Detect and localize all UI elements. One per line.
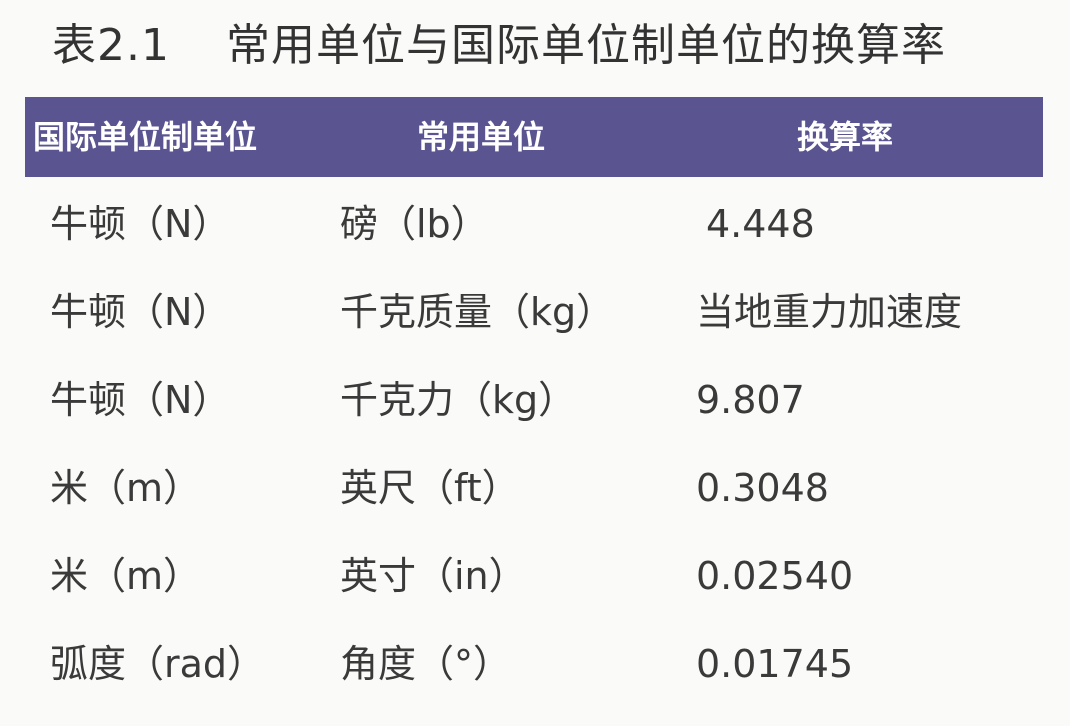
- table-row: 弧度（rad） 角度（°） 0.01745: [0, 620, 1070, 708]
- cell-conversion-rate: 4.448: [706, 202, 815, 246]
- table-row: 牛顿（N） 磅（lb） 4.448: [0, 180, 1070, 268]
- cell-common-unit: 千克力（kg）: [340, 378, 577, 422]
- cell-si-unit: 弧度（rad）: [50, 642, 266, 686]
- cell-conversion-rate: 当地重力加速度: [696, 290, 963, 334]
- cell-conversion-rate: 9.807: [696, 378, 805, 422]
- header-conversion-rate: 换算率: [797, 118, 894, 156]
- cell-si-unit: 牛顿（N）: [50, 202, 231, 246]
- cell-common-unit: 英尺（ft）: [340, 466, 520, 510]
- table-row: 牛顿（N） 千克力（kg） 9.807: [0, 356, 1070, 444]
- table-row: 牛顿（N） 千克质量（kg） 当地重力加速度: [0, 268, 1070, 356]
- cell-common-unit: 角度（°）: [340, 642, 512, 686]
- cell-common-unit: 英寸（in）: [340, 554, 527, 598]
- cell-si-unit: 牛顿（N）: [50, 290, 231, 334]
- cell-conversion-rate: 0.02540: [696, 554, 854, 598]
- cell-si-unit: 米（m）: [50, 466, 202, 510]
- header-common-unit: 常用单位: [417, 118, 546, 156]
- table-number: 表2.1: [52, 20, 170, 71]
- table-caption: 表2.1 常用单位与国际单位制单位的换算率: [52, 14, 946, 78]
- cell-si-unit: 牛顿（N）: [50, 378, 231, 422]
- cell-conversion-rate: 0.3048: [696, 466, 829, 510]
- cell-common-unit: 磅（lb）: [340, 202, 489, 246]
- cell-common-unit: 千克质量（kg）: [340, 290, 615, 334]
- table-body: 牛顿（N） 磅（lb） 4.448 牛顿（N） 千克质量（kg） 当地重力加速度…: [0, 180, 1070, 708]
- table-header: 国际单位制单位 常用单位 换算率: [25, 97, 1043, 177]
- header-si-unit: 国际单位制单位: [33, 118, 258, 156]
- table-title: 常用单位与国际单位制单位的换算率: [225, 20, 946, 71]
- cell-conversion-rate: 0.01745: [696, 642, 854, 686]
- table-row: 米（m） 英尺（ft） 0.3048: [0, 444, 1070, 532]
- table-row: 米（m） 英寸（in） 0.02540: [0, 532, 1070, 620]
- cell-si-unit: 米（m）: [50, 554, 202, 598]
